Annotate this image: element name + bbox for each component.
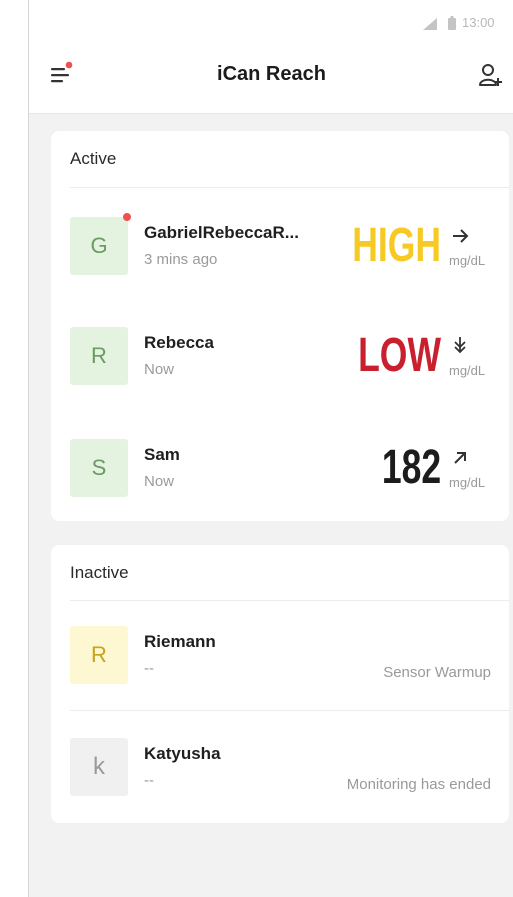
active-row-rebecca[interactable]: R Rebecca Now LOW mg/dL xyxy=(51,311,509,401)
avatar: G xyxy=(70,217,128,275)
avatar: R xyxy=(70,327,128,385)
active-section-title: Active xyxy=(70,149,117,168)
avatar: R xyxy=(70,626,128,684)
battery-icon xyxy=(448,16,456,30)
glucose-value: LOW xyxy=(358,329,441,382)
status-note: Sensor Warmup xyxy=(383,664,491,681)
arrow-right-icon xyxy=(453,229,469,243)
inactive-section-title: Inactive xyxy=(70,563,129,582)
glucose-value: HIGH xyxy=(352,219,441,272)
avatar: k xyxy=(70,738,128,796)
app-title: iCan Reach xyxy=(217,63,326,85)
last-update-time: Now xyxy=(144,361,175,378)
glucose-unit: mg/dL xyxy=(449,475,486,490)
inactive-row-katyusha[interactable]: k Katyusha -- Monitoring has ended xyxy=(51,722,509,812)
status-time: 13:00 xyxy=(462,15,495,30)
divider xyxy=(70,600,509,601)
inactive-row-riemann[interactable]: R Riemann -- Sensor Warmup xyxy=(51,610,509,700)
divider xyxy=(70,187,509,188)
add-follower-button[interactable] xyxy=(477,60,505,90)
signal-icon xyxy=(423,18,437,30)
glucose-unit: mg/dL xyxy=(449,253,486,268)
arrow-down-icon xyxy=(454,337,466,354)
active-row-sam[interactable]: S Sam Now 182 mg/dL xyxy=(51,423,509,513)
avatar: S xyxy=(70,439,128,497)
phone-screen: 13:00 iCan Reach Active G GabrielRebecca… xyxy=(28,0,513,897)
last-update-time: Now xyxy=(144,473,175,490)
follower-name: Riemann xyxy=(144,632,216,651)
last-update-time: 3 mins ago xyxy=(144,251,218,268)
status-note: Monitoring has ended xyxy=(346,776,491,793)
follower-name: GabrielRebeccaR... xyxy=(144,223,299,242)
active-card: Active G GabrielRebeccaR... 3 mins ago H… xyxy=(51,131,509,521)
app-header: iCan Reach xyxy=(29,44,513,114)
active-row-gabriel[interactable]: G GabrielRebeccaR... 3 mins ago HIGH mg/… xyxy=(51,201,509,291)
inactive-card: Inactive R Riemann -- Sensor Warmup k Ka… xyxy=(51,545,509,823)
follower-name: Katyusha xyxy=(144,744,221,763)
last-update-time: -- xyxy=(144,772,154,789)
last-update-time: -- xyxy=(144,660,154,677)
arrow-up-right-icon xyxy=(454,452,466,464)
follower-name: Sam xyxy=(144,445,180,464)
glucose-unit: mg/dL xyxy=(449,363,486,378)
add-user-icon xyxy=(479,64,502,86)
glucose-value: 182 xyxy=(381,441,441,494)
follower-name: Rebecca xyxy=(144,333,214,352)
unread-dot xyxy=(123,213,131,221)
divider xyxy=(70,710,509,711)
status-bar: 13:00 xyxy=(29,0,513,44)
